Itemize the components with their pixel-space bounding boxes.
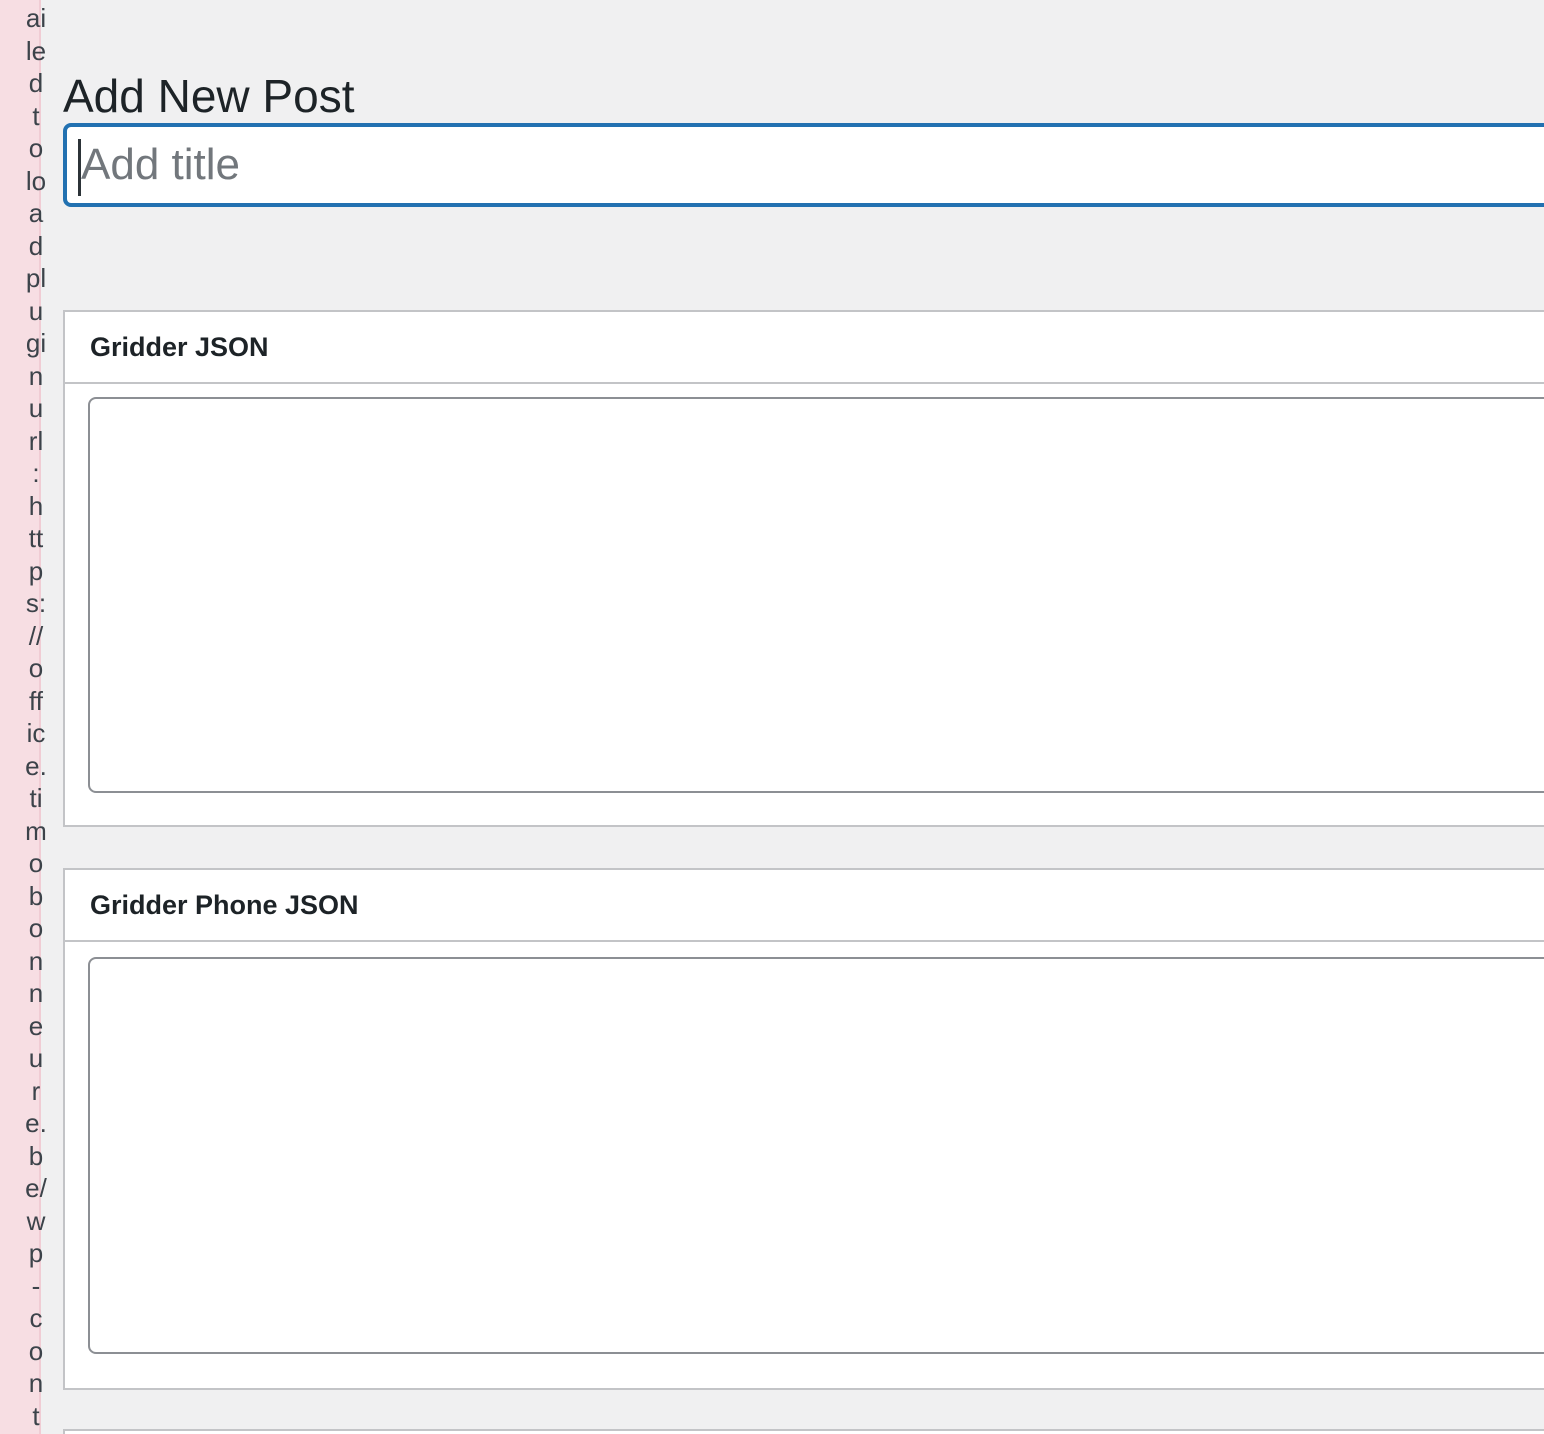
notice-text-line: t	[14, 100, 58, 133]
notice-text-line: h	[14, 490, 58, 523]
notice-text-line: t	[14, 1400, 58, 1433]
notice-text-line: e.	[14, 750, 58, 783]
metabox-gridder-phone-json-body	[65, 942, 1544, 1354]
notice-text-line: ai	[14, 2, 58, 35]
notice-text-line: w	[14, 1205, 58, 1238]
notice-text-line: s:	[14, 587, 58, 620]
notice-text-line: b	[14, 880, 58, 913]
notice-text-line: u	[14, 392, 58, 425]
notice-text-line: ti	[14, 782, 58, 815]
metabox-gridder-json-header[interactable]: Gridder JSON	[65, 312, 1544, 384]
notice-text-line: n	[14, 977, 58, 1010]
notice-text-line: gi	[14, 327, 58, 360]
notice-text-line: d	[14, 230, 58, 263]
metabox-gridder-phone-json: Gridder Phone JSON	[63, 868, 1544, 1390]
metabox-gridder-phone-json-header[interactable]: Gridder Phone JSON	[65, 870, 1544, 942]
notice-text-line: -	[14, 1270, 58, 1303]
notice-text-line: c	[14, 1302, 58, 1335]
error-notice-text: ailedtoloadpluginurl:https://office.timo…	[14, 2, 58, 1432]
metabox-gridder-json: Gridder JSON	[63, 310, 1544, 827]
notice-text-line: ff	[14, 685, 58, 718]
notice-text-line: a	[14, 197, 58, 230]
page-title: Add New Post	[63, 71, 354, 122]
post-title-input[interactable]	[63, 123, 1544, 207]
notice-text-line: :	[14, 457, 58, 490]
notice-text-line: u	[14, 295, 58, 328]
notice-text-line: p	[14, 1237, 58, 1270]
notice-text-line: u	[14, 1042, 58, 1075]
notice-text-line: d	[14, 67, 58, 100]
notice-text-line: o	[14, 132, 58, 165]
notice-text-line: lo	[14, 165, 58, 198]
notice-text-line: n	[14, 360, 58, 393]
gridder-phone-json-textarea[interactable]	[88, 957, 1544, 1354]
notice-text-line: e.	[14, 1107, 58, 1140]
notice-text-line: n	[14, 945, 58, 978]
notice-text-line: m	[14, 815, 58, 848]
notice-text-line: le	[14, 35, 58, 68]
notice-text-line: r	[14, 1075, 58, 1108]
notice-text-line: e	[14, 1010, 58, 1043]
text-cursor	[78, 139, 81, 196]
next-metabox-partial	[63, 1429, 1544, 1434]
metabox-gridder-phone-json-title: Gridder Phone JSON	[90, 890, 359, 921]
notice-text-line: o	[14, 847, 58, 880]
notice-text-line: o	[14, 912, 58, 945]
notice-text-line: e/	[14, 1172, 58, 1205]
notice-text-line: o	[14, 1335, 58, 1368]
notice-text-line: p	[14, 555, 58, 588]
notice-text-line: //	[14, 620, 58, 653]
notice-text-line: rl	[14, 425, 58, 458]
metabox-gridder-json-body	[65, 384, 1544, 793]
notice-text-line: tt	[14, 522, 58, 555]
notice-text-line: o	[14, 652, 58, 685]
notice-text-line: n	[14, 1367, 58, 1400]
gridder-json-textarea[interactable]	[88, 397, 1544, 793]
notice-text-line: b	[14, 1140, 58, 1173]
wordpress-add-new-post-screen: ailedtoloadpluginurl:https://office.timo…	[0, 0, 1544, 1434]
notice-text-line: ic	[14, 717, 58, 750]
metabox-gridder-json-title: Gridder JSON	[90, 332, 269, 363]
notice-text-line: pl	[14, 262, 58, 295]
